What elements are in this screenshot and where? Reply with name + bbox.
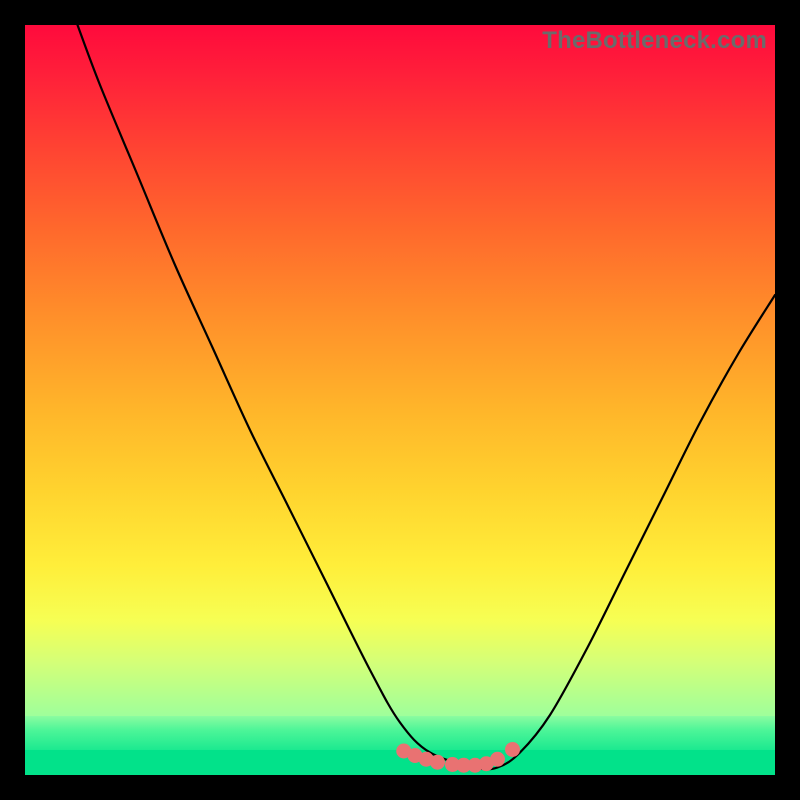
- highlight-dot: [505, 742, 520, 757]
- highlight-dot: [430, 755, 445, 770]
- chart-frame: TheBottleneck.com: [0, 0, 800, 800]
- plot-area: TheBottleneck.com: [25, 25, 775, 775]
- highlight-dot: [490, 752, 505, 767]
- watermark-text: TheBottleneck.com: [542, 27, 767, 55]
- bottleneck-curve: [25, 25, 775, 775]
